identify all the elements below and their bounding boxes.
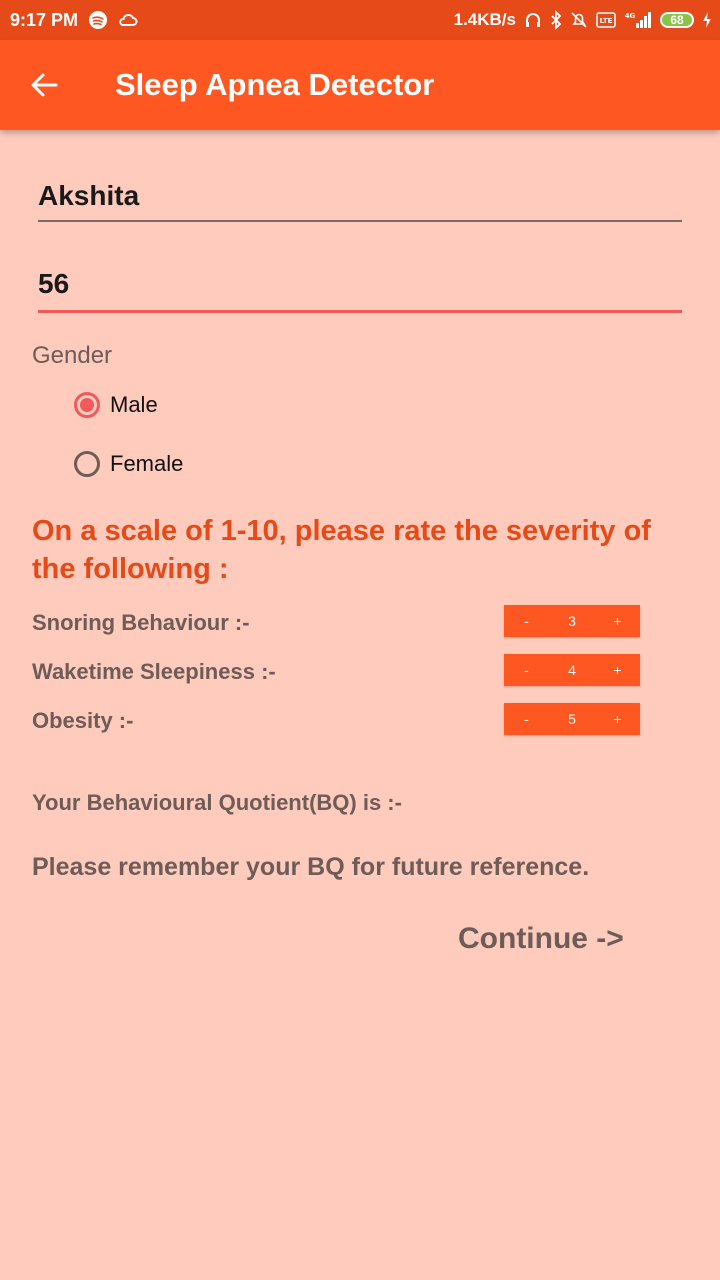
status-time: 9:17 PM	[10, 9, 79, 30]
decrement-button[interactable]: -	[504, 613, 549, 629]
charging-icon	[702, 11, 712, 29]
bq-reminder: Please remember your BQ for future refer…	[32, 853, 590, 881]
stepper-value: 4	[568, 662, 576, 678]
increment-button[interactable]: +	[595, 613, 640, 629]
rating-label-sleepiness: Waketime Sleepiness :-	[32, 659, 276, 684]
network-type-label: 4G	[625, 12, 636, 20]
gender-option-label: Female	[110, 451, 184, 476]
battery-icon: 68	[660, 12, 694, 28]
arrow-back-icon[interactable]	[30, 70, 60, 100]
stepper-value: 5	[568, 711, 576, 727]
cloud-icon	[118, 12, 138, 28]
snoring-stepper: - 3 +	[504, 605, 640, 637]
mute-alarm-icon	[570, 11, 588, 29]
increment-button[interactable]: +	[595, 662, 640, 678]
bluetooth-icon	[550, 10, 562, 30]
rating-label-snoring: Snoring Behaviour :-	[32, 610, 250, 635]
name-field[interactable]: Akshita	[38, 180, 682, 222]
stepper-value: 3	[568, 613, 576, 629]
spotify-icon	[88, 10, 108, 30]
gender-label: Gender	[32, 342, 113, 369]
age-field[interactable]: 56	[38, 268, 682, 313]
gender-option-label: Male	[110, 392, 158, 417]
gender-option-female[interactable]: Female	[74, 451, 183, 477]
app-bar: Sleep Apnea Detector	[0, 40, 720, 130]
age-value: 56	[38, 268, 70, 299]
name-value: Akshita	[38, 180, 140, 211]
battery-level: 68	[670, 13, 684, 27]
obesity-stepper: - 5 +	[504, 703, 640, 735]
signal-icon: 4G	[624, 11, 652, 29]
radio-unchecked-icon[interactable]	[74, 451, 100, 477]
svg-text:LTE: LTE	[600, 17, 613, 25]
decrement-button[interactable]: -	[504, 662, 549, 678]
headphones-icon	[524, 11, 542, 29]
bq-label: Your Behavioural Quotient(BQ) is :-	[32, 790, 402, 815]
continue-button[interactable]: Continue ->	[458, 922, 624, 956]
radio-checked-icon[interactable]	[74, 392, 100, 418]
decrement-button[interactable]: -	[504, 711, 549, 727]
network-speed: 1.4KB/s	[453, 10, 516, 29]
volte-icon: LTE	[596, 12, 616, 28]
gender-option-male[interactable]: Male	[74, 392, 158, 418]
increment-button[interactable]: +	[595, 711, 640, 727]
sleepiness-stepper: - 4 +	[504, 654, 640, 686]
rating-label-obesity: Obesity :-	[32, 708, 134, 733]
page-title: Sleep Apnea Detector	[115, 67, 435, 102]
severity-heading: On a scale of 1-10, please rate the seve…	[32, 515, 651, 585]
status-bar: 9:17 PM 1.4KB/s LTE 4G 68	[0, 0, 720, 40]
